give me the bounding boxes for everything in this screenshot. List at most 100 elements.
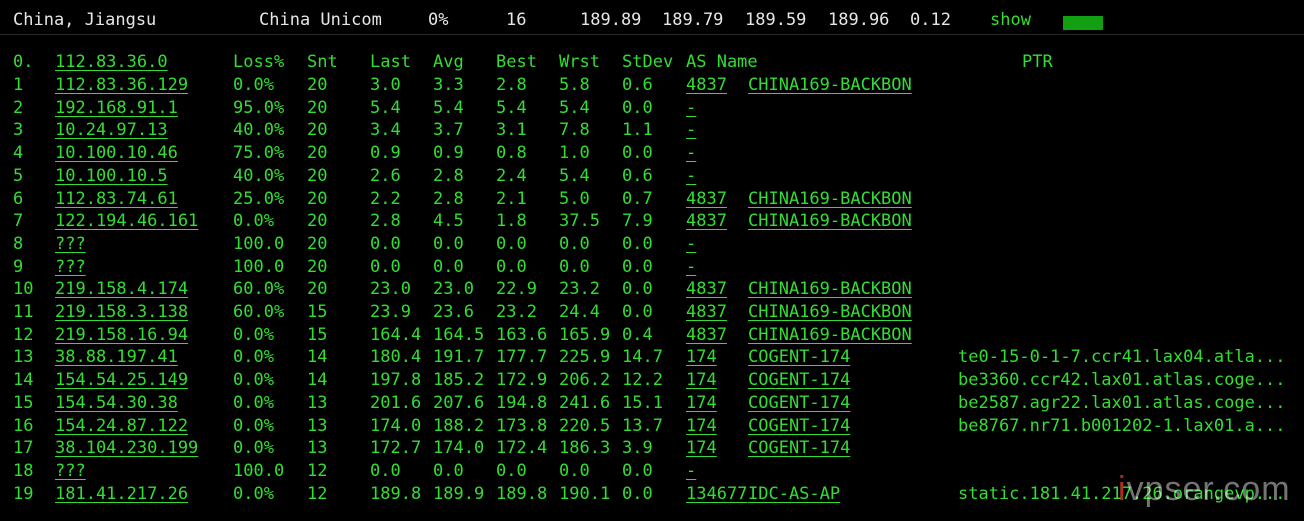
summary-avg: 189.79 [662, 10, 724, 30]
table-row: 8??? 100.0 20 0.0 0.0 0.0 0.0 0.0 - [0, 234, 1304, 257]
asn-link[interactable]: 174 [686, 370, 717, 390]
host-link[interactable]: 10.100.10.46 [55, 143, 178, 163]
asn-link[interactable]: 134677 [686, 484, 747, 504]
header-host[interactable]: 112.83.36.0 [55, 52, 168, 72]
host-link[interactable]: 112.83.36.129 [55, 75, 188, 95]
loss-value: 40.0% [233, 165, 285, 186]
host-link[interactable]: 112.83.74.61 [55, 189, 178, 209]
best-value: 0.0 [496, 233, 527, 254]
sent-value: 20 [307, 188, 328, 209]
summary-isp: China Unicom [259, 10, 382, 30]
host-link[interactable]: 38.104.230.199 [55, 438, 198, 458]
as-name: COGENT-174 [748, 347, 851, 368]
last-value: 164.4 [370, 324, 422, 345]
sent-value: 13 [307, 415, 328, 436]
asn-link[interactable]: - [686, 98, 696, 118]
asn-link[interactable]: - [686, 120, 696, 140]
as-name: COGENT-174 [748, 438, 851, 459]
asn-link[interactable]: 4837 [686, 211, 727, 231]
hop-number: 3 [13, 120, 24, 141]
watermark-suffix: er.com [1182, 470, 1291, 508]
table-row: 14 154.54.25.149 0.0% 14 197.8 185.2 172.9 206.… [0, 370, 1304, 393]
loss-value: 75.0% [233, 143, 285, 164]
loss-value: 0.0% [233, 392, 274, 413]
asn-link[interactable]: 4837 [686, 325, 727, 345]
asn-link[interactable]: 4837 [686, 302, 727, 322]
last-value: 174.0 [370, 415, 422, 436]
hop-number: 9 [13, 256, 24, 277]
summary-location: China, Jiangsu [13, 10, 157, 30]
last-value: 189.8 [370, 483, 422, 504]
stdev-value: 0.0 [622, 143, 653, 164]
last-value: 172.7 [370, 438, 422, 459]
avg-value: 185.2 [433, 370, 485, 391]
asn-link[interactable]: - [686, 234, 696, 254]
asn-link[interactable]: 174 [686, 416, 717, 436]
asn-link[interactable]: - [686, 257, 696, 277]
best-value: 0.8 [496, 143, 527, 164]
table-row: 1 112.83.36.129 0.0% 20 3.0 3.3 2.8 5.8 0.6 4837 C… [0, 75, 1304, 98]
hop-number: 2 [13, 97, 24, 118]
asn-link[interactable]: 4837 [686, 279, 727, 299]
worst-value: 0.0 [559, 233, 590, 254]
host-link[interactable]: 219.158.16.94 [55, 325, 188, 345]
last-value: 0.0 [370, 233, 401, 254]
host-link[interactable]: 219.158.3.138 [55, 302, 188, 322]
host-link[interactable]: 219.158.4.174 [55, 279, 188, 299]
asn-link[interactable]: - [686, 166, 696, 186]
hop-number: 8 [13, 233, 24, 254]
last-value: 2.6 [370, 165, 401, 186]
stdev-value: 0.4 [622, 324, 653, 345]
avg-value: 3.3 [433, 75, 464, 95]
last-value: 201.6 [370, 392, 422, 413]
avg-value: 188.2 [433, 415, 485, 436]
hop-number: 13 [13, 347, 34, 368]
asn-link[interactable]: 4837 [686, 189, 727, 209]
asn-link[interactable]: 174 [686, 438, 717, 458]
worst-value: 23.2 [559, 279, 600, 300]
host-link[interactable]: 154.24.87.122 [55, 416, 188, 436]
best-value: 177.7 [496, 347, 548, 368]
last-value: 0.0 [370, 256, 401, 277]
host-link[interactable]: 192.168.91.1 [55, 98, 178, 118]
ptr-value: be8767.nr71.b001202-1.lax01.a... [958, 415, 1286, 436]
host-link[interactable]: ??? [55, 257, 86, 277]
host-link[interactable]: ??? [55, 234, 86, 254]
last-value: 23.9 [370, 302, 411, 322]
loss-value: 0.0% [233, 75, 274, 95]
host-link[interactable]: ??? [55, 461, 86, 481]
host-link[interactable]: 10.100.10.5 [55, 166, 168, 186]
worst-value: 0.0 [559, 256, 590, 277]
best-value: 194.8 [496, 392, 548, 413]
stdev-value: 0.0 [622, 256, 653, 277]
stdev-value: 7.9 [622, 211, 653, 232]
host-link[interactable]: 10.24.97.13 [55, 120, 168, 140]
header-asname: AS Name [686, 52, 758, 72]
worst-value: 206.2 [559, 370, 611, 391]
avg-value: 5.4 [433, 97, 464, 118]
asn-link[interactable]: 174 [686, 393, 717, 413]
summary-best: 189.59 [745, 10, 807, 30]
asn-link[interactable]: - [686, 461, 696, 481]
avg-value: 3.7 [433, 120, 464, 141]
show-button[interactable]: show [990, 10, 1031, 30]
stdev-value: 0.0 [622, 302, 653, 322]
host-link[interactable]: 122.194.46.161 [55, 211, 198, 231]
header-wrst: Wrst [559, 52, 600, 72]
host-link[interactable]: 181.41.217.26 [55, 484, 188, 504]
header-ptr: PTR [1022, 52, 1053, 72]
worst-value: 37.5 [559, 211, 600, 232]
asn-link[interactable]: 4837 [686, 75, 727, 95]
host-link[interactable]: 38.88.197.41 [55, 347, 178, 367]
sent-value: 15 [307, 302, 328, 322]
loss-value: 95.0% [233, 97, 285, 118]
asn-link[interactable]: 174 [686, 347, 717, 367]
host-link[interactable]: 154.54.30.38 [55, 393, 178, 413]
host-link[interactable]: 154.54.25.149 [55, 370, 188, 390]
stdev-value: 0.0 [622, 97, 653, 118]
asn-link[interactable]: - [686, 143, 696, 163]
loss-value: 100.0 [233, 460, 285, 481]
best-value: 172.9 [496, 370, 548, 391]
worst-value: 5.4 [559, 165, 590, 186]
stdev-value: 0.0 [622, 483, 653, 504]
